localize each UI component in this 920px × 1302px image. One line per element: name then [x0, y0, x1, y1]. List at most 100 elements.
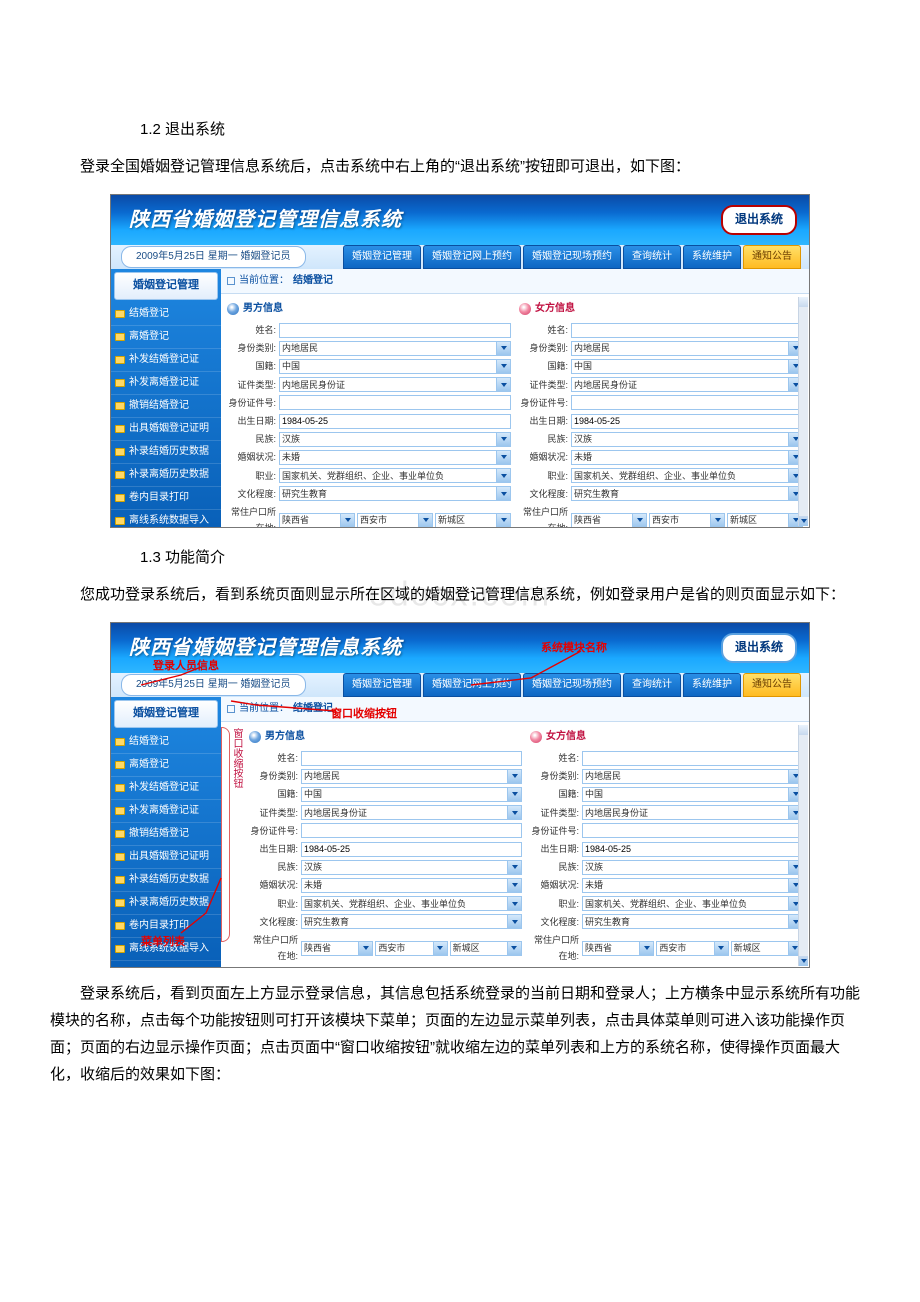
female-prov-select[interactable]: 陕西省	[571, 513, 647, 527]
female-id-type-select[interactable]: 内地居民	[582, 769, 803, 784]
scroll-down-icon[interactable]	[799, 516, 808, 526]
sidebar-item-supplement-divorce[interactable]: 补录离婚历史数据	[111, 892, 221, 915]
female-cert-no-input[interactable]	[582, 823, 803, 838]
collapse-toggle-icon[interactable]	[227, 705, 235, 713]
sidebar-item-divorce-reg[interactable]: 离婚登记	[111, 754, 221, 777]
female-nation-select[interactable]: 中国	[571, 359, 803, 374]
female-name-input[interactable]	[571, 323, 803, 338]
menu-notice[interactable]: 通知公告	[743, 245, 801, 269]
female-id-type-select[interactable]: 内地居民	[571, 341, 803, 356]
sidebar-item-divorce-reg[interactable]: 离婚登记	[111, 326, 221, 349]
female-icon	[519, 303, 531, 315]
sidebar-item-offline-import[interactable]: 离线系统数据导入	[111, 510, 221, 533]
collapse-toggle-icon[interactable]	[227, 277, 235, 285]
menu-onsite-booking[interactable]: 婚姻登记现场预约	[523, 245, 621, 269]
menu-notice[interactable]: 通知公告	[743, 673, 801, 697]
male-occupation-select[interactable]: 国家机关、党群组织、企业、事业单位负	[279, 468, 511, 483]
male-prov-select[interactable]: 陕西省	[301, 941, 373, 956]
male-nation-select[interactable]: 中国	[279, 359, 511, 374]
female-city-select[interactable]: 西安市	[649, 513, 725, 527]
male-name-input[interactable]	[279, 323, 511, 338]
system-title: 陕西省婚姻登记管理信息系统	[129, 202, 402, 238]
menu-sys-maint[interactable]: 系统维护	[683, 673, 741, 697]
male-cert-type-select[interactable]: 内地居民身份证	[279, 377, 511, 392]
male-cert-no-input[interactable]	[301, 823, 522, 838]
male-marital-select[interactable]: 未婚	[301, 878, 522, 893]
female-cert-type-select[interactable]: 内地居民身份证	[571, 377, 803, 392]
male-city-select[interactable]: 西安市	[375, 941, 447, 956]
sidebar-item-supplement-marriage[interactable]: 补录结婚历史数据	[111, 441, 221, 464]
sidebar-item-supplement-marriage[interactable]: 补录结婚历史数据	[111, 869, 221, 892]
female-city-select[interactable]: 西安市	[656, 941, 728, 956]
sidebar-item-print-index[interactable]: 卷内目录打印	[111, 487, 221, 510]
menu-marriage-mgmt[interactable]: 婚姻登记管理	[343, 673, 421, 697]
female-occupation-select[interactable]: 国家机关、党群组织、企业、事业单位负	[571, 468, 803, 483]
female-dist-select[interactable]: 新城区	[727, 513, 803, 527]
menu-query-stats[interactable]: 查询统计	[623, 245, 681, 269]
logout-button[interactable]: 退出系统	[721, 633, 797, 663]
male-prov-select[interactable]: 陕西省	[279, 513, 355, 527]
male-cert-type-select[interactable]: 内地居民身份证	[301, 805, 522, 820]
menu-query-stats[interactable]: 查询统计	[623, 673, 681, 697]
scrollbar[interactable]	[798, 297, 808, 526]
female-ethnic-select[interactable]: 汉族	[582, 860, 803, 875]
sidebar-item-issue-proof[interactable]: 出具婚姻登记证明	[111, 418, 221, 441]
sidebar-item-marriage-reg[interactable]: 结婚登记	[111, 731, 221, 754]
male-occupation-select[interactable]: 国家机关、党群组织、企业、事业单位负	[301, 896, 522, 911]
male-nation-select[interactable]: 中国	[301, 787, 522, 802]
sidebar-item-marriage-reg[interactable]: 结婚登记	[111, 303, 221, 326]
male-dist-select[interactable]: 新城区	[435, 513, 511, 527]
female-occupation-select[interactable]: 国家机关、党群组织、企业、事业单位负	[582, 896, 803, 911]
menu-marriage-mgmt[interactable]: 婚姻登记管理	[343, 245, 421, 269]
male-education-select[interactable]: 研究生教育	[279, 486, 511, 501]
sidebar-item-reissue-divorce[interactable]: 补发离婚登记证	[111, 800, 221, 823]
male-id-type-select[interactable]: 内地居民	[279, 341, 511, 356]
female-ethnic-select[interactable]: 汉族	[571, 432, 803, 447]
female-education-select[interactable]: 研究生教育	[571, 486, 803, 501]
folder-icon	[115, 333, 125, 341]
sidebar-item-reissue-marriage[interactable]: 补发结婚登记证	[111, 349, 221, 372]
male-education-select[interactable]: 研究生教育	[301, 914, 522, 929]
female-prov-select[interactable]: 陕西省	[582, 941, 654, 956]
male-ethnic-select[interactable]: 汉族	[279, 432, 511, 447]
sidebar-item-offline-import[interactable]: 离线系统数据导入	[111, 938, 221, 961]
sidebar-item-issue-proof[interactable]: 出具婚姻登记证明	[111, 846, 221, 869]
male-city-select[interactable]: 西安市	[357, 513, 433, 527]
male-dist-select[interactable]: 新城区	[450, 941, 522, 956]
sidebar-item-revoke-marriage[interactable]: 撤销结婚登记	[111, 395, 221, 418]
female-cert-type-select[interactable]: 内地居民身份证	[582, 805, 803, 820]
male-ethnic-select[interactable]: 汉族	[301, 860, 522, 875]
female-name-input[interactable]	[582, 751, 803, 766]
sidebar-item-revoke-marriage[interactable]: 撤销结婚登记	[111, 823, 221, 846]
male-name-input[interactable]	[301, 751, 522, 766]
female-nation-select[interactable]: 中国	[582, 787, 803, 802]
heading-1-3: 1.3 功能简介	[30, 544, 890, 571]
sidebar-header: 婚姻登记管理	[114, 700, 218, 728]
male-birth-input[interactable]	[301, 842, 522, 857]
male-birth-input[interactable]	[279, 414, 511, 429]
female-dist-select[interactable]: 新城区	[731, 941, 803, 956]
collapse-handle[interactable]	[221, 727, 230, 942]
label-nation: 国籍:	[519, 358, 571, 374]
menu-sys-maint[interactable]: 系统维护	[683, 245, 741, 269]
male-marital-select[interactable]: 未婚	[279, 450, 511, 465]
female-column: 女方信息 姓名: 身份类别:内地居民 国籍:中国 证件类型:内地居民身份证 身份…	[519, 298, 803, 527]
sidebar-item-reissue-marriage[interactable]: 补发结婚登记证	[111, 777, 221, 800]
female-marital-select[interactable]: 未婚	[571, 450, 803, 465]
male-cert-no-input[interactable]	[279, 395, 511, 410]
female-education-select[interactable]: 研究生教育	[582, 914, 803, 929]
sidebar-item-print-index[interactable]: 卷内目录打印	[111, 915, 221, 938]
menu-online-booking[interactable]: 婚姻登记网上预约	[423, 245, 521, 269]
sidebar-item-reissue-divorce[interactable]: 补发离婚登记证	[111, 372, 221, 395]
menu-online-booking[interactable]: 婚姻登记网上预约	[423, 673, 521, 697]
sidebar-item-supplement-divorce[interactable]: 补录离婚历史数据	[111, 464, 221, 487]
female-cert-no-input[interactable]	[571, 395, 803, 410]
female-birth-input[interactable]	[571, 414, 803, 429]
logout-button[interactable]: 退出系统	[721, 205, 797, 235]
scrollbar[interactable]	[798, 725, 808, 966]
female-marital-select[interactable]: 未婚	[582, 878, 803, 893]
male-id-type-select[interactable]: 内地居民	[301, 769, 522, 784]
menu-onsite-booking[interactable]: 婚姻登记现场预约	[523, 673, 621, 697]
female-birth-input[interactable]	[582, 842, 803, 857]
scroll-down-icon[interactable]	[799, 956, 808, 966]
